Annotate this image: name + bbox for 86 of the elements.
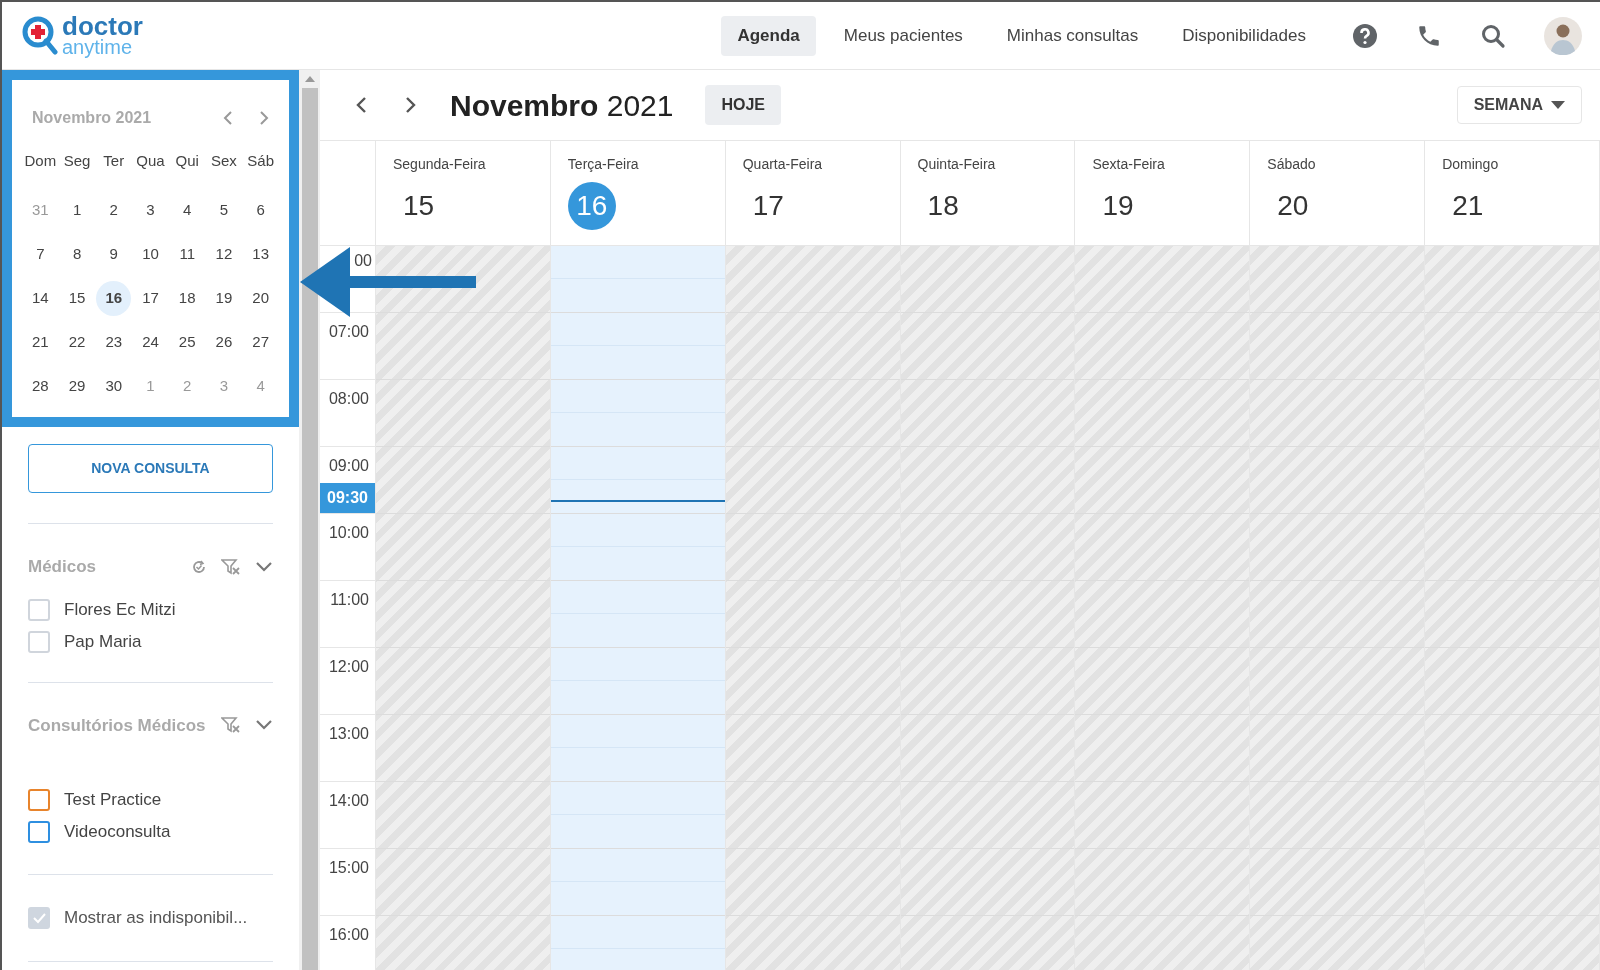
calendar-day[interactable]: 23 (96, 325, 132, 360)
day-name: Domingo (1442, 155, 1500, 174)
caret-icon (1551, 101, 1565, 109)
today-button[interactable]: HOJE (705, 85, 782, 125)
chevron-down-icon[interactable] (255, 719, 273, 732)
calendar-day[interactable]: 29 (59, 369, 95, 404)
logo-icon (22, 15, 58, 56)
avatar[interactable] (1544, 16, 1582, 55)
checkbox[interactable] (28, 821, 50, 843)
calendar-day[interactable]: 6 (243, 193, 279, 228)
logo-text: doctor (62, 14, 143, 37)
weekday-label: Sáb (247, 151, 274, 170)
day-name: Segunda-Feira (393, 155, 487, 174)
day-number[interactable]: 20 (1267, 182, 1425, 230)
calendar-day[interactable]: 26 (206, 325, 242, 360)
calendar-day[interactable]: 12 (206, 237, 242, 272)
check-icon (32, 911, 46, 924)
calendar-day[interactable]: 7 (22, 237, 58, 272)
calendar-day[interactable]: 20 (243, 281, 279, 316)
day-number[interactable]: 17 (742, 182, 900, 230)
calendar-day[interactable]: 28 (22, 369, 58, 404)
day-name: Quarta-Feira (742, 155, 824, 174)
weekday-label: Seg (63, 151, 91, 170)
day-name: Sábado (1267, 155, 1317, 174)
clear-filter-icon[interactable] (221, 716, 241, 735)
checkbox[interactable] (28, 789, 50, 811)
calendar-day[interactable]: 30 (96, 369, 132, 404)
checkbox-label: Test Practice (64, 789, 162, 812)
checkbox-label: Mostrar as indisponibil... (64, 907, 248, 929)
weekday-label: Dom (24, 151, 57, 170)
scroll-up-icon[interactable] (304, 76, 315, 82)
calendar-day[interactable]: 5 (206, 193, 242, 228)
weekday-label: Ter (103, 151, 125, 170)
calendar-day[interactable]: 14 (22, 281, 58, 316)
current-time-badge: 09:30 (320, 483, 375, 513)
calendar-day[interactable]: 8 (59, 237, 95, 272)
nav-tab[interactable]: Meus pacientes (827, 15, 979, 56)
section-title: Médicos (28, 556, 97, 578)
calendar-day[interactable]: 10 (133, 237, 168, 272)
clear-filter-icon[interactable] (221, 557, 241, 576)
calendar-day[interactable]: 18 (169, 281, 205, 316)
weekday-label: Sex (211, 151, 237, 170)
calendar-day[interactable]: 1 (59, 193, 95, 228)
checkbox-label: Videoconsulta (64, 821, 171, 844)
nav-tab[interactable]: Agenda (721, 15, 816, 56)
new-appointment-button[interactable]: NOVA CONSULTA (28, 444, 273, 493)
day-number[interactable]: 21 (1442, 182, 1599, 230)
nav-tab[interactable]: Disponibilidades (1166, 15, 1322, 56)
day-name: Quinta-Feira (917, 155, 997, 174)
calendar-day[interactable]: 13 (243, 237, 279, 272)
calendar-day[interactable]: 22 (59, 325, 95, 360)
calendar-day[interactable]: 4 (169, 193, 205, 228)
day-number[interactable]: 19 (1092, 182, 1250, 230)
search-icon[interactable] (1480, 22, 1506, 49)
calendar-title: Novembro 2021 (450, 87, 674, 124)
calendar-day[interactable]: 24 (133, 325, 168, 360)
calendar-day[interactable]: 16 (96, 281, 132, 316)
logo-text: anytime (62, 36, 134, 57)
day-number[interactable]: 18 (917, 182, 1075, 230)
day-name: Terça-Feira (567, 155, 640, 174)
calendar-day[interactable]: 17 (133, 281, 168, 316)
view-dropdown[interactable]: SEMANA (1456, 86, 1582, 124)
calendar-day[interactable]: 25 (169, 325, 205, 360)
day-number[interactable]: 15 (393, 182, 550, 230)
calendar-day[interactable]: 21 (22, 325, 58, 360)
scrollbar-thumb[interactable] (301, 88, 318, 970)
section-title: Consultórios Médicos (28, 714, 206, 737)
calendar-day[interactable]: 9 (96, 237, 132, 272)
weekday-label: Qui (175, 151, 199, 170)
refresh-icon[interactable] (191, 558, 207, 575)
checkbox-label: Pap Maria (64, 630, 142, 653)
checkbox-label: Flores Ec Mitzi (64, 598, 176, 621)
day-name: Sexta-Feira (1092, 155, 1166, 174)
calendar-day[interactable]: 19 (206, 281, 242, 316)
calendar-day[interactable]: 3 (133, 193, 168, 228)
weekday-label: Qua (136, 151, 165, 170)
checkbox[interactable] (28, 906, 50, 929)
nav-tab[interactable]: Minhas consultas (990, 15, 1155, 56)
calendar-day[interactable]: 2 (96, 193, 132, 228)
help-icon[interactable] (1352, 22, 1378, 49)
calendar-day[interactable]: 15 (59, 281, 95, 316)
calendar-day[interactable]: 27 (243, 325, 279, 360)
calendar-title: Novembro 2021 (32, 108, 152, 128)
calendar-day[interactable]: 11 (169, 237, 205, 272)
chevron-down-icon[interactable] (255, 560, 273, 573)
scrollbar[interactable] (299, 70, 320, 970)
